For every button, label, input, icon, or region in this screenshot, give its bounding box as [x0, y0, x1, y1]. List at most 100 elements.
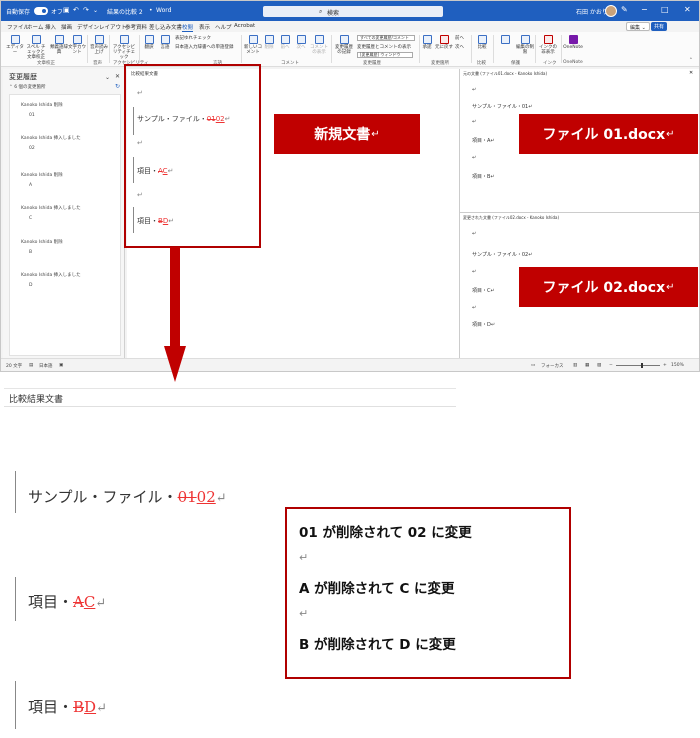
revisions-pane: 変更履歴 ⌄ ✕ ⌃ 6 個の変更箇所 ↻ Kanoko Ishida 削除 01… — [3, 69, 125, 358]
change-bar — [15, 471, 16, 513]
accessibility-label: アクセシビリティチェック — [112, 45, 136, 60]
show-markup-menu[interactable]: 変更履歴とコメントの表示 — [357, 44, 411, 50]
tab-draw[interactable]: 描画 — [61, 23, 72, 31]
ribbon-separator — [87, 35, 88, 63]
ribbon: エディター スペル チェックと文章校正 類義語辞典 文字カウント 文章校正 音声… — [1, 32, 699, 67]
tab-view[interactable]: 表示 — [199, 23, 210, 31]
tab-help[interactable]: ヘルプ — [215, 23, 232, 31]
spellcheck-icon — [31, 35, 41, 44]
autosave-toggle[interactable] — [34, 7, 48, 15]
web-layout-icon[interactable]: ▧ — [597, 363, 601, 368]
hide-ink-button[interactable]: インクの非表示 — [537, 35, 559, 55]
tab-acrobat[interactable]: Acrobat — [234, 23, 255, 29]
collapse-ribbon-icon[interactable]: ⌃ — [689, 58, 693, 63]
explanation-line-3: B が削除されて D に変更 — [299, 637, 456, 653]
revised-line: 項目・D↵ — [472, 322, 496, 328]
pen-icon[interactable]: ✎ — [621, 5, 628, 14]
language-status[interactable]: 日本語 — [39, 363, 53, 369]
tab-design[interactable]: デザイン — [77, 23, 99, 31]
zoom-slider[interactable] — [616, 365, 660, 366]
ribbon-separator — [331, 35, 332, 63]
undo-icon[interactable]: ↶ — [73, 6, 79, 14]
markup-dropdown[interactable]: すべての変更履歴/コメント — [357, 35, 415, 41]
ribbon-separator — [471, 35, 472, 63]
tab-mailings[interactable]: 差し込み文書 — [149, 23, 182, 31]
proofing-icon[interactable]: ▤ — [29, 363, 33, 368]
reject-button[interactable]: 元に戻す — [435, 35, 453, 50]
accessibility-status-icon[interactable]: ▣ — [59, 363, 63, 368]
print-layout-icon[interactable]: ▦ — [585, 363, 589, 368]
prev-comment-button[interactable]: 前へ — [277, 35, 293, 50]
focus-mode[interactable]: フォーカス — [541, 363, 564, 369]
delete-comment-button[interactable]: 削除 — [261, 35, 277, 50]
zoom-level[interactable]: 150% — [671, 363, 684, 368]
tab-insert[interactable]: 挿入 — [45, 23, 56, 31]
minimize-icon[interactable]: − — [641, 5, 648, 14]
reviewing-pane-button[interactable]: [変更履歴] ウィンドウ — [357, 52, 413, 58]
search-placeholder: 検索 — [327, 9, 340, 17]
app-name: Word — [156, 7, 172, 14]
original-line: 項目・A↵ — [472, 138, 495, 144]
revisions-list — [9, 94, 121, 356]
restrict-editing-button[interactable]: 編集の制限 — [515, 35, 535, 55]
pane-close-icon[interactable]: ✕ — [115, 73, 120, 80]
word-count[interactable]: 20 文字 — [6, 363, 22, 369]
tab-layout[interactable]: レイアウト — [99, 23, 127, 31]
prev-change-button[interactable]: 前へ — [455, 35, 464, 41]
next-change-button[interactable]: 次へ — [455, 44, 464, 50]
zoom-out-icon[interactable]: − — [609, 363, 613, 368]
spellcheck-button[interactable]: スペル チェックと文章校正 — [25, 35, 47, 60]
consistency-check[interactable]: 表記ゆれチェック — [175, 35, 211, 41]
accept-button[interactable]: 承諾 — [419, 35, 435, 50]
zoom-slider-thumb[interactable] — [641, 363, 643, 368]
share-button[interactable]: 共有 — [651, 22, 668, 31]
language-button[interactable]: 言語 — [157, 35, 173, 50]
redo-icon[interactable]: ↷ — [83, 6, 89, 14]
maximize-icon[interactable]: □ — [661, 5, 669, 14]
file1-callout: ファイル 01.docx ↵ — [519, 114, 698, 154]
avatar[interactable] — [605, 5, 617, 17]
show-comments-button[interactable]: コメントの表示 — [309, 35, 329, 55]
compare-button[interactable]: 比較 — [473, 35, 491, 50]
block-authors-button[interactable] — [495, 35, 515, 45]
next-comment-label: 次へ — [296, 45, 306, 50]
ime-dictionary[interactable]: 日本語入力辞書への単語登録 — [175, 44, 234, 50]
read-aloud-icon — [94, 35, 104, 44]
edit-mode-label: 編集 — [630, 25, 641, 31]
explanation-line-2: A が削除されて C に変更 — [299, 581, 455, 597]
translate-button[interactable]: 翻訳 — [141, 35, 157, 50]
search-icon: ⌕ — [319, 7, 323, 15]
edit-mode-button[interactable]: 編集 ⌄ — [626, 22, 650, 31]
editor-button[interactable]: エディター — [5, 35, 25, 55]
thesaurus-button[interactable]: 類義語辞典 — [49, 35, 69, 55]
read-aloud-button[interactable]: 音声読み上げ — [89, 35, 109, 55]
pane-close-icon[interactable]: ✕ — [689, 70, 693, 76]
new-comment-button[interactable]: 新しいコメント — [243, 35, 263, 55]
customize-toolbar-icon[interactable]: ⌄ — [93, 7, 98, 14]
accessibility-button[interactable]: アクセシビリティチェック — [111, 35, 137, 60]
word-count-label: 文字カウント — [68, 45, 86, 55]
word-window: 自動保存 オフ ▣ ↶ ↷ ⌄ 結果の比較 2 • Word ⌕ 検索 石田 か… — [0, 0, 700, 372]
save-icon[interactable]: ▣ — [63, 6, 70, 14]
pane-options-icon[interactable]: ⌄ — [105, 74, 110, 81]
close-icon[interactable]: ✕ — [684, 5, 691, 14]
search-box[interactable]: ⌕ 検索 — [263, 6, 443, 17]
reviewing-pane-label: [変更履歴] ウィンドウ — [360, 52, 401, 57]
tab-review[interactable]: 校閲 — [182, 23, 194, 32]
tab-home[interactable]: ホーム — [27, 23, 43, 31]
down-arrow-icon — [164, 346, 186, 382]
read-mode-icon[interactable]: ▥ — [573, 363, 577, 368]
group-onenote: OneNote — [563, 60, 583, 65]
focus-icon[interactable]: ▭ — [531, 363, 535, 368]
refresh-icon[interactable]: ↻ — [115, 83, 120, 90]
onenote-button[interactable]: OneNote — [563, 35, 583, 50]
track-changes-button[interactable]: 変更履歴の記録 — [333, 35, 355, 55]
zoom-in-icon[interactable]: + — [663, 363, 667, 368]
share-label: 共有 — [654, 24, 665, 30]
tab-references[interactable]: 参考資料 — [125, 23, 147, 31]
new-doc-callout: 新規文書 ↵ — [274, 114, 420, 154]
next-comment-button[interactable]: 次へ — [293, 35, 309, 50]
tab-file[interactable]: ファイル — [7, 23, 29, 31]
group-tracking: 変更履歴 — [363, 61, 381, 66]
word-count-button[interactable]: 文字カウント — [67, 35, 87, 55]
